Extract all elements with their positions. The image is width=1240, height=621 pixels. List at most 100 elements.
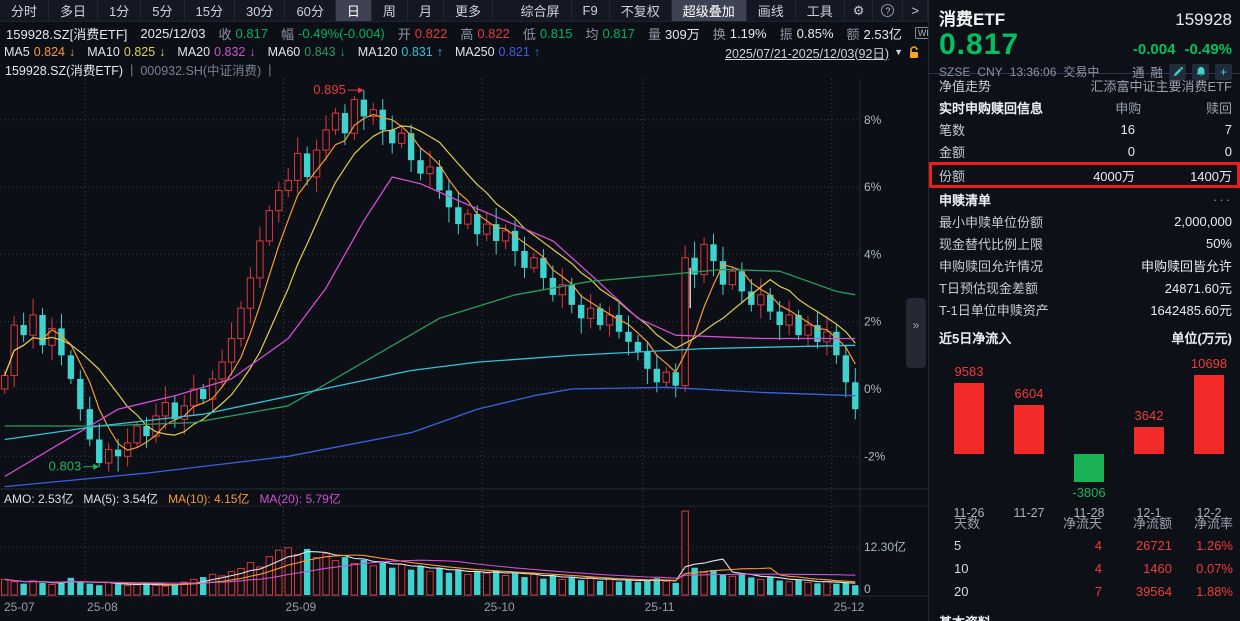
tab-30分[interactable]: 30分	[235, 0, 285, 21]
row-label: 金额	[939, 142, 1030, 161]
realtime-row-笔数: 笔数167	[929, 118, 1240, 140]
redeem-value: 1400万	[1135, 166, 1232, 185]
x-axis-month-label: 25-08	[87, 600, 118, 614]
quote-bar: 159928.SZ[消费ETF]2025/12/03收0.817幅-0.49%(…	[0, 23, 928, 43]
tab-周[interactable]: 周	[372, 0, 408, 21]
tab-多日[interactable]: 多日	[49, 0, 98, 21]
unlock-icon[interactable]	[908, 46, 920, 59]
flow-bar	[1074, 454, 1104, 482]
candlestick-chart[interactable]: 8%6%4%2%0%-2%12.30亿00.8950.803 AMO: 2.53…	[0, 79, 930, 621]
flow-table-cell: 5	[929, 538, 1014, 553]
tab-5分[interactable]: 5分	[141, 0, 184, 21]
quote-value: 159928.SZ[消费ETF]	[6, 24, 127, 43]
panel-collapse-handle[interactable]: »	[906, 298, 926, 368]
quote-value: 0.815	[540, 26, 573, 41]
date-range-selector[interactable]: 2025/07/21-2025/12/03(92日) ▼	[725, 43, 928, 62]
ma-value-MA250: MA2500.821↑	[455, 45, 540, 59]
realtime-row-金额: 金额00	[929, 140, 1240, 162]
flow-table-cell: 1.88%	[1172, 584, 1233, 599]
chevron-right-icon[interactable]: >	[903, 0, 928, 21]
edit-pencil-icon[interactable]	[1169, 64, 1186, 80]
alert-bell-icon[interactable]	[1192, 64, 1209, 80]
y-axis-tick: 8%	[864, 113, 882, 127]
x-axis-month-label: 25-10	[484, 600, 515, 614]
tab-1分[interactable]: 1分	[98, 0, 141, 21]
y-axis-tick: 6%	[864, 180, 882, 194]
chart-legend: 159928.SZ(消费ETF) | 000932.SH(中证消费) |	[0, 61, 928, 78]
x-axis-month-label: 25-11	[645, 600, 675, 614]
list-section-title: 申赎清单	[939, 190, 1213, 209]
flow-bar-value: 6604	[999, 386, 1059, 401]
tab-60分[interactable]: 60分	[285, 0, 335, 21]
price-change-pct: -0.49%	[1184, 41, 1232, 58]
tab-更多[interactable]: 更多	[444, 0, 493, 21]
flow-table-header: 天数净流天净流额净流率	[929, 510, 1240, 534]
ma-number: 0.821	[499, 45, 530, 59]
net-inflow-bar-chart: 958311-26660411-27-380611-28364212-11069…	[929, 348, 1240, 524]
quote-field1: 2025/12/03	[140, 26, 205, 41]
ma-bar: MA50.824↓MA100.825↓MA200.832↓MA600.843↓M…	[0, 43, 928, 61]
add-to-watchlist-icon[interactable]: +	[1215, 64, 1232, 80]
tab-日[interactable]: 日	[336, 0, 372, 21]
menu-综合屏[interactable]: 综合屏	[510, 0, 572, 21]
row-label: T-1日单位申赎资产	[939, 300, 1150, 319]
last-price: 0.817	[939, 28, 1019, 62]
gear-icon[interactable]: ⚙	[845, 0, 874, 21]
help-icon[interactable]: ?	[873, 0, 903, 21]
subscribe-col-header: 申购	[1043, 98, 1141, 117]
flow-table-col-header: 净流天	[1014, 513, 1102, 532]
chevron-down-icon[interactable]: ▼	[894, 47, 903, 57]
quote-label: 幅	[281, 24, 294, 43]
more-menu-icon[interactable]: ···	[1213, 192, 1232, 207]
menu-F9[interactable]: F9	[572, 0, 610, 21]
tag-rong: 融	[1150, 62, 1163, 81]
ma-number: 0.843	[304, 45, 335, 59]
row-label: T日预估现金差额	[939, 278, 1165, 297]
trading-terminal: 分时多日1分5分15分30分60分日周月更多 综合屏F9不复权超级叠加画线工具⚙…	[0, 0, 1240, 621]
realtime-row-份额: 份额4000万1400万	[929, 162, 1240, 188]
quote-开: 开0.822	[398, 24, 448, 43]
menu-画线[interactable]: 画线	[747, 0, 796, 21]
quote-label: 振	[780, 24, 793, 43]
row-label: 份额	[939, 166, 1030, 185]
menu-不复权[interactable]: 不复权	[610, 0, 672, 21]
date-range-label[interactable]: 2025/07/21-2025/12/03(92日)	[725, 43, 889, 62]
amo-value: AMO: 2.53亿	[4, 490, 73, 507]
ma-direction-arrow: ↑	[437, 45, 443, 59]
flow-table-row: 54267211.26%	[929, 534, 1240, 557]
menu-超级叠加[interactable]: 超级叠加	[672, 0, 747, 21]
flow-table-cell: 1460	[1102, 561, 1172, 576]
tab-分时[interactable]: 分时	[0, 0, 49, 21]
stock-name: 消费ETF	[939, 5, 1005, 30]
row-value: 50%	[1206, 236, 1232, 251]
volume-ma20-value: MA(20): 5.79亿	[259, 490, 340, 507]
stock-code: 159928	[1175, 10, 1232, 30]
quote-label: 量	[648, 24, 661, 43]
row-value: 申购赎回皆允许	[1141, 256, 1232, 275]
flow-bar	[1194, 375, 1224, 454]
y-axis-tick: -2%	[864, 449, 886, 463]
next-section-title-clipped[interactable]: 基本资料	[939, 612, 991, 621]
quote-低: 低0.815	[523, 24, 573, 43]
trading-status: 交易中	[1063, 63, 1099, 80]
list-row-3: T日预估现金差额24871.60元	[929, 276, 1240, 298]
row-label: 笔数	[939, 120, 1030, 139]
flow-table-col-header: 净流额	[1102, 513, 1172, 532]
double-chevron-right-icon[interactable]: »	[913, 318, 920, 332]
quote-label: 均	[585, 24, 598, 43]
flow-table-cell: 1.26%	[1172, 538, 1233, 553]
legend-overlay-symbol[interactable]: 000932.SH(中证消费)	[140, 60, 261, 79]
chart-canvas[interactable]: 8%6%4%2%0%-2%12.30亿00.8950.803	[0, 79, 930, 621]
tab-15分[interactable]: 15分	[185, 0, 235, 21]
quote-高: 高0.822	[460, 24, 510, 43]
ma-direction-arrow: ↓	[159, 45, 165, 59]
row-label: 现金替代比例上限	[939, 234, 1206, 253]
tab-月[interactable]: 月	[408, 0, 444, 21]
legend-primary-symbol[interactable]: 159928.SZ(消费ETF)	[5, 60, 123, 79]
ma-direction-arrow: ↑	[534, 45, 540, 59]
flow-bar	[954, 383, 984, 454]
menu-工具[interactable]: 工具	[796, 0, 845, 21]
subscribe-redeem-list-header[interactable]: 申赎清单 ···	[929, 188, 1240, 210]
quote-value: 2.53亿	[864, 24, 902, 43]
flow-table-cell: 10	[929, 561, 1014, 576]
